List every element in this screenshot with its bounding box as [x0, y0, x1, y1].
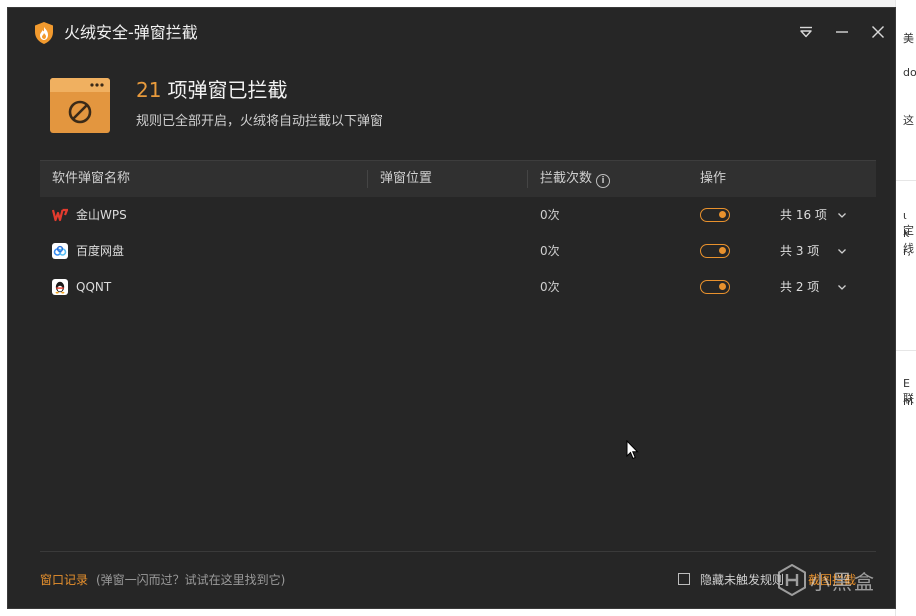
table-header: 软件弹窗名称 弹窗位置 拦截次数 i 操作 [40, 160, 876, 197]
title-bar[interactable]: 火绒安全-弹窗拦截 [8, 8, 895, 56]
rule-toggle[interactable] [700, 208, 730, 222]
minimize-icon [836, 31, 848, 33]
background-text: r, [903, 245, 912, 258]
background-text: 美 [903, 32, 914, 45]
background-window: 美 do ι定 k线 r, E联 ni 这 [895, 0, 916, 616]
block-count: 0次 [540, 244, 560, 258]
watermark: 小黑盒 [778, 562, 893, 602]
chevron-down-icon[interactable] [836, 245, 848, 257]
close-icon [872, 26, 884, 38]
rule-total-button[interactable]: 共 16 项 [780, 197, 827, 233]
rule-total-button[interactable]: 共 3 项 [780, 233, 819, 269]
column-header-position: 弹窗位置 [380, 171, 433, 186]
baidu-netdisk-icon [52, 243, 68, 259]
minimize-button[interactable] [829, 20, 855, 44]
watermark-text: 小黑盒 [810, 570, 876, 594]
menu-button[interactable] [793, 20, 819, 44]
block-count: 0次 [540, 280, 560, 294]
hero-subtitle: 规则已全部开启，火绒将自动拦截以下弹窗 [136, 114, 384, 129]
toggle-knob [719, 247, 726, 254]
window-title: 火绒安全-弹窗拦截 [64, 23, 198, 42]
window-log-link[interactable]: 窗口记录 [40, 571, 88, 588]
background-text: do [903, 66, 916, 79]
column-header-block-count: 拦截次数 i [540, 161, 611, 197]
table-row: QQNT 0次 共 2 项 [40, 269, 876, 305]
background-divider [896, 350, 916, 351]
chevron-down-icon[interactable] [836, 281, 848, 293]
table-row: 金山WPS 0次 共 16 项 [40, 197, 876, 233]
rule-toggle[interactable] [700, 244, 730, 258]
hide-untriggered-label[interactable]: 隐藏未触发规则 [700, 571, 784, 588]
blocked-count: 21 [136, 78, 162, 102]
app-name: 金山WPS [76, 208, 127, 222]
app-name: 百度网盘 [76, 244, 125, 258]
column-header-block-count-label: 拦截次数 [540, 171, 593, 186]
background-divider [896, 180, 916, 181]
mouse-cursor-icon [626, 440, 639, 460]
xiaoheihe-logo-icon [778, 564, 806, 596]
chevron-down-icon[interactable] [836, 209, 848, 221]
column-divider [367, 170, 368, 188]
blocked-window-icon [50, 78, 110, 133]
block-count: 0次 [540, 208, 560, 222]
qq-icon [52, 279, 68, 295]
close-button[interactable] [865, 20, 891, 44]
toggle-knob [719, 211, 726, 218]
popup-block-window: 火绒安全-弹窗拦截 21 项弹窗已拦截 规则已全部开启，火绒将自动拦截以下弹窗 … [8, 8, 895, 608]
rule-total-button[interactable]: 共 2 项 [780, 269, 819, 305]
huorong-logo-icon [35, 22, 53, 44]
background-text: 这 [903, 114, 914, 127]
rule-toggle[interactable] [700, 280, 730, 294]
column-header-action: 操作 [700, 171, 727, 186]
footer-divider [40, 551, 876, 552]
blocked-count-heading: 21 项弹窗已拦截 [136, 77, 287, 103]
column-header-app-name: 软件弹窗名称 [52, 171, 131, 186]
app-name: QQNT [76, 280, 112, 294]
table-row: 百度网盘 0次 共 3 项 [40, 233, 876, 269]
footer-hint: (弹窗一闪而过？试试在这里找到它) [96, 573, 286, 587]
column-divider [527, 170, 528, 188]
info-icon[interactable]: i [596, 174, 611, 188]
background-text: ni [903, 395, 914, 408]
blocked-count-label: 项弹窗已拦截 [167, 78, 288, 102]
wps-icon [52, 208, 68, 222]
toggle-knob [719, 283, 726, 290]
menu-dropdown-icon [800, 26, 812, 38]
hide-untriggered-checkbox[interactable] [678, 573, 690, 585]
